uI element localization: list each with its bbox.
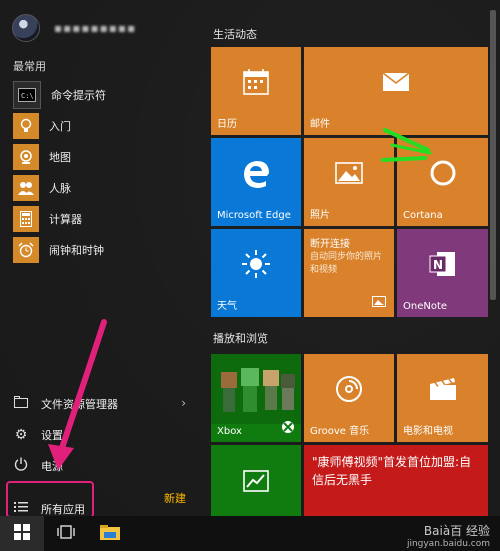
folder-icon [100, 524, 120, 544]
scrollbar[interactable] [490, 10, 496, 300]
watermark-site: jingyan.baidu.com [406, 539, 490, 549]
watermark-brand: Baià百 经验 [423, 524, 490, 538]
start-button[interactable] [0, 516, 44, 551]
watermark: Baià百 经验 jingyan.baidu.com [407, 522, 490, 549]
start-menu: ▪▪▪▪▪▪▪▪▪ 最常用 C:\ 命令提示符 入门 地图 人脉 计算器 闹钟和… [0, 0, 500, 518]
annotation-arrow [48, 128, 432, 470]
taskbar: Baià百 经验 jingyan.baidu.com [0, 516, 500, 551]
windows-logo-icon [14, 523, 30, 544]
file-explorer-taskbar-button[interactable] [88, 516, 132, 551]
task-view-button[interactable] [44, 516, 88, 551]
task-view-icon [57, 524, 75, 543]
